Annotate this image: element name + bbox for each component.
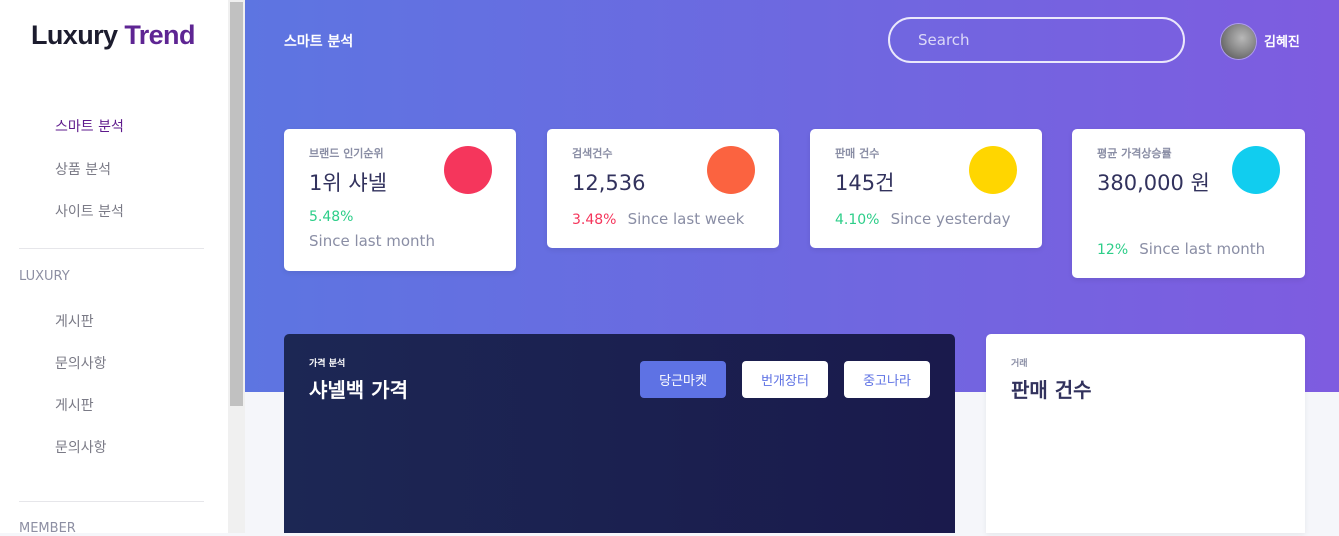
stat-value: 1위 샤넬 [309,171,387,195]
stat-change: 12% [1097,242,1129,258]
stat-label: 브랜드 인기순위 [309,147,384,160]
section-heading-member: MEMBER [19,521,76,536]
stat-label: 평균 가격상승률 [1097,147,1172,160]
logo[interactable]: Luxury Trend [31,20,195,51]
stat-since: Since yesterday [890,210,1011,228]
tab-daangn-market[interactable]: 당근마켓 [640,361,726,398]
logo-text-luxury: Luxury [31,20,118,50]
page-title: 스마트 분석 [284,34,354,50]
stat-change: 3.48% [572,212,617,228]
stat-value: 12,536 [572,171,646,195]
stat-value: 380,000 원 [1097,171,1210,195]
nav-item-inquiry-2[interactable]: 문의사항 [55,437,107,457]
panel-subtitle: 거래 [1011,359,1028,369]
nav-item-inquiry[interactable]: 문의사항 [55,353,107,373]
panel-title: 판매 건수 [1011,378,1092,402]
stat-label: 판매 건수 [835,147,880,160]
search-box[interactable] [888,17,1185,63]
stat-icon-circle [707,146,755,194]
section-heading-luxury: LUXURY [19,269,70,284]
logo-text-trend: Trend [124,20,195,50]
stat-since: Since last month [309,232,435,250]
stat-card-sales-count: 판매 건수 145건 4.10% Since yesterday [810,129,1042,248]
price-chart-panel: 가격 분석 샤넬백 가격 당근마켓 번개장터 중고나라 [284,334,955,533]
stat-label: 검색건수 [572,147,613,160]
nav-item-board-2[interactable]: 게시판 [55,395,94,415]
search-input[interactable] [916,30,1160,50]
stat-footer: 12% Since last month [1097,239,1265,258]
panel-title: 샤넬백 가격 [309,378,408,402]
stat-icon-circle [969,146,1017,194]
avatar[interactable] [1221,24,1256,59]
stat-footer: 3.48% Since last week [572,209,744,228]
stat-value: 145건 [835,171,895,195]
nav-item-site-analysis[interactable]: 사이트 분석 [55,201,124,221]
user-name[interactable]: 김혜진 [1264,31,1300,50]
stat-footer: 4.10% Since yesterday [835,209,1011,228]
stat-since: Since last month [1139,240,1266,258]
panel-subtitle: 가격 분석 [309,359,346,369]
stat-change: 5.48% [309,209,354,225]
nav-item-board[interactable]: 게시판 [55,311,94,331]
sidebar-divider-2 [19,501,204,502]
sidebar: Luxury Trend 스마트 분석 상품 분석 사이트 분석 LUXURY … [0,0,228,536]
sales-count-panel: 거래 판매 건수 [986,334,1305,533]
stat-icon-circle [1232,146,1280,194]
sidebar-scrollbar[interactable] [228,0,245,533]
tab-bungae-market[interactable]: 번개장터 [742,361,828,398]
stat-change: 4.10% [835,212,880,228]
stat-icon-circle [444,146,492,194]
tab-joonggonara[interactable]: 중고나라 [844,361,930,398]
stat-card-search-count: 검색건수 12,536 3.48% Since last week [547,129,779,248]
nav-item-product-analysis[interactable]: 상품 분석 [55,159,111,179]
scrollbar-thumb[interactable] [230,2,243,406]
stat-card-avg-price-increase: 평균 가격상승률 380,000 원 12% Since last month [1072,129,1305,278]
stat-card-brand-rank: 브랜드 인기순위 1위 샤넬 5.48% Since last month [284,129,516,271]
sidebar-divider [19,248,204,249]
stat-since: Since last week [627,210,745,228]
nav-item-smart-analysis[interactable]: 스마트 분석 [55,116,124,136]
